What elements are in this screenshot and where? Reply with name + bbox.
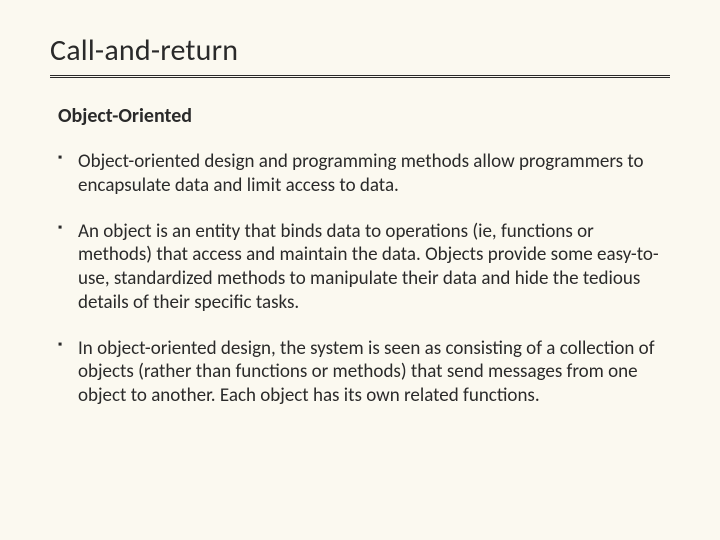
list-item: An object is an entity that binds data t…	[56, 220, 664, 315]
slide-subtitle: Object-Oriented	[58, 104, 670, 128]
slide: Call-and-return Object-Oriented Object-o…	[0, 0, 720, 450]
slide-title: Call-and-return	[50, 32, 670, 69]
list-item: In object-oriented design, the system is…	[56, 337, 664, 408]
bullet-list: Object-oriented design and programming m…	[50, 150, 670, 408]
list-item: Object-oriented design and programming m…	[56, 150, 664, 198]
title-rule	[50, 75, 670, 82]
